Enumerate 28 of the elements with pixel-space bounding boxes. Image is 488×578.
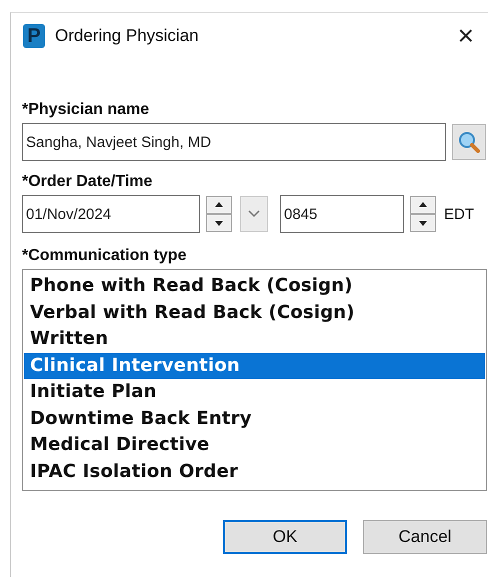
list-item[interactable]: Phone with Read Back (Cosign) [24, 273, 485, 300]
search-button[interactable] [452, 124, 486, 160]
list-item[interactable]: Written [24, 326, 485, 352]
ok-button[interactable]: OK [223, 520, 347, 554]
time-field[interactable]: 0845 [280, 195, 404, 233]
app-icon: P [23, 24, 45, 48]
spinner-arrows-icon [206, 196, 232, 232]
field-label: *Communication type [22, 247, 188, 265]
communication-type-list[interactable]: Phone with Read Back (Cosign) Verbal with Read Back (Cosign) Written Clinical Intervention Initiate Plan Downtime Back Entry Medical Directive IPAC Isolation Order [22, 269, 487, 491]
list-item[interactable]: Clinical Intervention [24, 352, 485, 379]
field-label: *Order Date/Time [22, 173, 154, 191]
time-spinner[interactable] [410, 196, 436, 232]
close-button[interactable]: × [452, 22, 480, 50]
spinner-arrows-icon [410, 196, 436, 232]
cancel-button[interactable]: Cancel [363, 520, 487, 554]
list-item[interactable]: Medical Directive [24, 432, 485, 458]
field-label: *Physician name [22, 101, 150, 119]
list-item[interactable]: Downtime Back Entry [24, 406, 485, 432]
search-icon [457, 130, 481, 154]
window-title: Ordering Physician [55, 26, 199, 46]
physician-name-field[interactable]: Sangha, Navjeet Singh, MD [22, 123, 446, 161]
list-item[interactable]: IPAC Isolation Order [24, 458, 485, 485]
list-item[interactable]: Initiate Plan [24, 379, 485, 406]
list-item[interactable]: Verbal with Read Back (Cosign) [24, 300, 485, 326]
timezone-label: EDT [444, 206, 474, 222]
date-spinner[interactable] [206, 196, 232, 232]
date-field[interactable]: 01/Nov/2024 [22, 195, 200, 233]
chevron-down-icon [247, 209, 261, 219]
